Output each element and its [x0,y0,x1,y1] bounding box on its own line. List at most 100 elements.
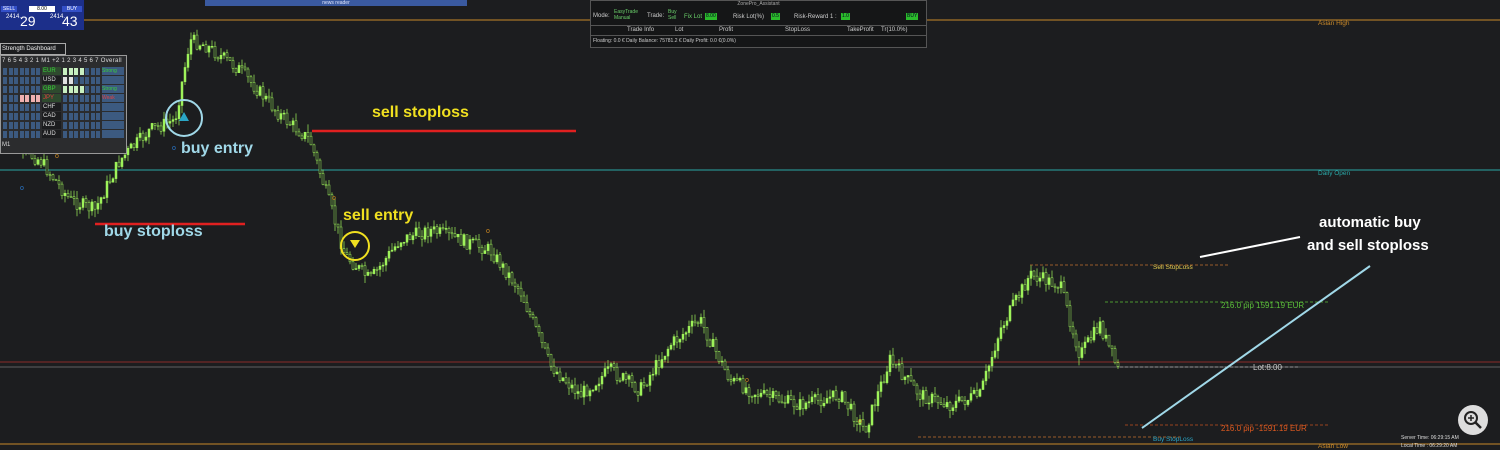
strength-cell [74,86,78,93]
candle-body [594,385,598,391]
candle-body [354,268,358,270]
candle-body [831,390,835,398]
candle-body [207,46,211,53]
news-reader-header[interactable]: news reader [205,0,467,6]
strength-cell [68,104,73,111]
candle-body [675,336,679,343]
strength-cell [36,68,40,75]
candle-body [969,393,973,401]
auto-stoploss-annotation-1: automatic buy [1319,214,1421,231]
candle-body [33,158,37,165]
candle-body [735,378,739,381]
candle-body [111,178,115,183]
svg-text:o: o [20,185,24,192]
candle-body [501,263,505,268]
candle-body [45,159,49,175]
candle-body [273,109,277,112]
strength-dashboard-title[interactable]: Strength Dashboard [0,43,66,55]
strength-cell [36,104,40,111]
ask-price[interactable]: 43 [62,13,78,29]
svg-text:o: o [332,195,336,202]
buy-button[interactable]: BUY [62,6,82,12]
candle-body [933,393,937,397]
candle-body [813,394,817,398]
candle-body [279,113,283,120]
assistant-buy-button[interactable]: BUY [906,13,919,20]
candle-body [177,105,181,119]
mode-value[interactable]: EasyTrade Manual [614,9,638,21]
strength-cell [85,122,89,129]
overall-label [102,76,124,84]
strength-cell [63,68,67,75]
sell-button[interactable]: SELL [1,6,17,12]
strength-cell [3,113,7,120]
overall-label: Strong [102,67,124,75]
risk-lot-input[interactable]: 0.5 [771,13,780,20]
candle-body [801,399,805,410]
candle-body [219,55,223,60]
candle-body [1056,287,1060,289]
strength-cell [74,104,78,111]
strength-cell [30,131,35,138]
candle-body [39,159,43,166]
candle-body [840,391,844,402]
candle-body [972,390,976,394]
col-trailing: Tr(10.0%) [881,27,908,33]
candle-body [558,371,562,381]
candle-body [912,380,916,386]
candle-body [777,395,781,403]
candle-body [81,198,85,208]
candle-body [546,347,550,355]
candle-body [678,339,682,343]
price-chart[interactable]: o o o o o o o [0,0,1500,450]
candle-body [531,314,535,318]
strength-cell [68,68,73,75]
candle-body [621,373,625,381]
col-takeprofit: TakeProfit [847,27,874,33]
strength-cell [74,68,78,75]
candle-body [186,53,190,68]
candle-body [762,390,766,394]
candle-body [567,382,571,389]
strength-cell [85,68,89,75]
candle-body [1086,337,1090,343]
buy-stoploss-label[interactable]: Buy StopLoss [1153,436,1193,443]
lot-input[interactable]: 8.00 [29,6,55,12]
candle-body [231,60,235,69]
candle-body [672,336,676,346]
trade-value[interactable]: Buy Sell [668,9,677,21]
zoom-icon[interactable] [1458,405,1488,435]
asian-low-label: Asian Low [1318,443,1348,450]
candle-body [84,198,88,203]
candle-body [999,327,1003,339]
candle-body [333,205,337,225]
risk-reward-input[interactable]: 1.0 [841,13,850,20]
asian-high-label: Asian High [1318,20,1350,27]
candle-body [408,234,412,241]
candle-body [1041,272,1045,279]
candle-body [828,396,832,399]
candle-body [642,382,646,386]
lot-label[interactable]: Lot:8.00 [1253,363,1282,372]
strength-cell [68,77,73,84]
sell-stoploss-label[interactable]: Sell StopLoss [1153,264,1193,271]
candle-body [630,375,634,383]
fix-lot-input[interactable]: 8.00 [705,13,717,20]
candle-body [723,360,727,371]
currency-label: CHF [42,103,61,111]
strength-cell [79,95,84,102]
candle-body [1035,275,1039,282]
mode-label: Mode: [593,13,610,19]
risk-reward-label: Risk-Reward 1 : [794,14,837,20]
candle-body [54,179,58,181]
strength-cell [3,77,7,84]
bid-price[interactable]: 29 [20,13,36,29]
strength-cell [96,131,100,138]
candle-body [174,118,178,120]
candle-body [870,404,874,426]
candle-body [591,389,595,392]
strength-cell [30,104,35,111]
candle-body [759,392,763,397]
strength-cell [19,104,24,111]
candle-body [75,198,79,210]
